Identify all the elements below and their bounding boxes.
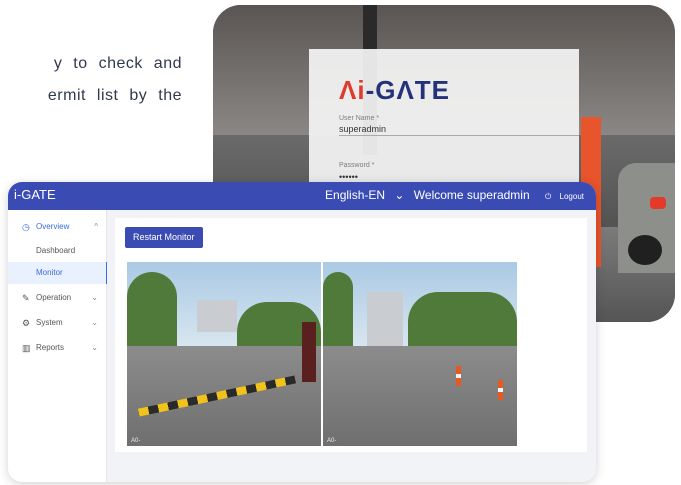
welcome-text: Welcome superadmin (413, 188, 530, 202)
sidebar-item-overview[interactable]: ◷ Overview ^ (8, 216, 106, 238)
logout-button[interactable]: ⏻ Logout (539, 192, 584, 201)
sidebar-item-operation[interactable]: ✎ Operation ⌄ (8, 287, 106, 309)
topbar-right: English-EN ⌄ Welcome superadmin ⏻ Logout (313, 188, 584, 202)
overview-icon: ◷ (22, 222, 30, 232)
camera-feed-2: A0- (323, 262, 517, 446)
car-wheel (628, 235, 662, 265)
top-bar: i-GATE English-EN ⌄ Welcome superadmin ⏻… (8, 182, 596, 210)
language-selector[interactable]: English-EN ⌄ (319, 188, 404, 202)
camera-2-osd: A0- (327, 438, 337, 444)
chevron-up-icon: ^ (94, 222, 98, 231)
chevron-down-icon: ⌄ (91, 343, 98, 352)
promo-text: y to check and ermit list by the (0, 48, 182, 112)
restart-monitor-button[interactable]: Restart Monitor (125, 227, 203, 248)
chevron-down-icon: ⌄ (91, 318, 98, 327)
app-window: i-GATE English-EN ⌄ Welcome superadmin ⏻… (8, 182, 596, 482)
username-label: User Name * (339, 115, 380, 122)
operation-icon: ✎ (22, 293, 30, 303)
camera-1-osd: A0- (131, 438, 141, 444)
main-content: Restart Monitor A0- A0- (107, 210, 596, 482)
aigate-logo: Λi-GΛTE (339, 75, 451, 105)
sidebar-item-dashboard[interactable]: Dashboard (8, 240, 106, 262)
sidebar-item-reports[interactable]: ▥ Reports ⌄ (8, 337, 106, 359)
reports-icon: ▥ (22, 343, 31, 353)
parked-car (618, 163, 675, 273)
login-form: Λi-GΛTE User Name * superadmin Password … (309, 49, 579, 189)
logout-icon: ⏻ (544, 192, 552, 201)
system-icon: ⚙ (22, 318, 31, 328)
password-label: Password * (339, 162, 375, 169)
promo-line-2: ermit list by the (47, 87, 182, 104)
chevron-down-icon: ⌄ (91, 293, 98, 302)
monitor-panel: Restart Monitor A0- A0- (115, 218, 587, 452)
sidebar-item-monitor[interactable]: Monitor (8, 262, 108, 284)
sidebar-item-system[interactable]: ⚙ System ⌄ (8, 312, 106, 334)
traffic-cone (498, 380, 503, 400)
car-tail-lamp (650, 197, 666, 209)
gate-barrier (302, 322, 316, 382)
username-field[interactable]: superadmin (339, 124, 579, 136)
sidebar: ◷ Overview ^ Dashboard Monitor ✎ Operati… (8, 210, 108, 482)
promo-line-1: y to check and (53, 55, 182, 72)
camera-feed-1: A0- (127, 262, 321, 446)
brand-title: i-GATE (14, 187, 56, 202)
traffic-cone (456, 366, 461, 386)
